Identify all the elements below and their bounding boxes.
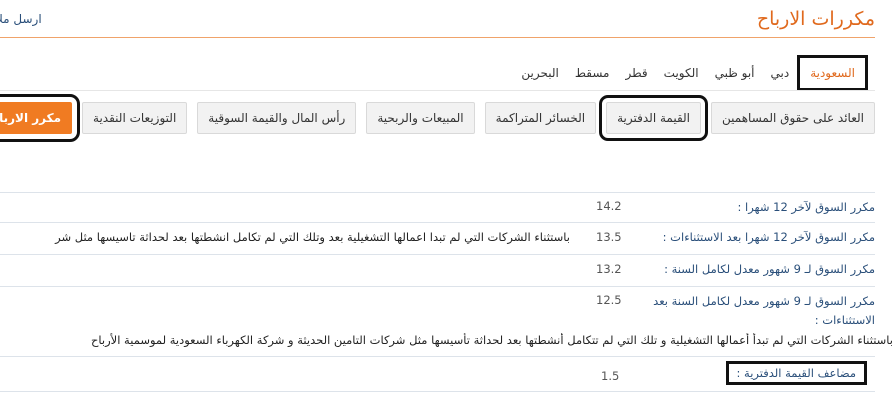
- metric-value-book-value-multiple: 1.5: [601, 369, 620, 383]
- tab-saudi[interactable]: السعودية: [797, 55, 868, 91]
- metric-label-pe-12m-excl: مكرر السوق لآخر 12 شهرا بعد الاستثناءات …: [662, 230, 875, 244]
- tab-abu-dhabi[interactable]: أبو ظبي: [707, 55, 763, 91]
- tab-kuwait[interactable]: الكويت: [656, 55, 707, 91]
- page-header: مكررات الارباح ارسل ملا: [0, 0, 893, 40]
- tab-dubai[interactable]: دبي: [763, 55, 798, 91]
- row-divider: [0, 286, 875, 287]
- tab-sales-profitability[interactable]: المبيعات والربحية: [366, 102, 475, 134]
- row-divider: [0, 391, 875, 392]
- tab-qatar[interactable]: قطر: [617, 55, 655, 91]
- metric-note-pe-9m-excl: باستثناء الشركات التي لم تبدأ أعمالها ال…: [90, 333, 893, 347]
- row-divider: [0, 222, 875, 223]
- metric-label-book-value-multiple: مضاعف القيمة الدفترية :: [725, 361, 867, 385]
- metric-label-pe-9m: مكرر السوق لـ 9 شهور معدل لكامل السنة :: [664, 262, 875, 276]
- tab-accumulated-losses[interactable]: الخسائر المتراكمة: [484, 102, 597, 134]
- send-link[interactable]: ارسل ملا: [0, 12, 42, 26]
- country-tabs: السعودية دبي أبو ظبي الكويت قطر مسقط الب…: [513, 55, 868, 91]
- tab-pe-ratio[interactable]: مكرر الارباح: [0, 94, 80, 142]
- tabs-divider: [0, 90, 875, 91]
- metric-value-pe-9m-excl: 12.5: [596, 293, 622, 307]
- metric-label-pe-12m: مكرر السوق لآخر 12 شهرا :: [737, 200, 875, 214]
- row-divider: [0, 192, 875, 193]
- metric-value-pe-12m-excl: 13.5: [596, 230, 622, 244]
- row-divider: [0, 254, 875, 255]
- header-divider: [0, 37, 875, 38]
- tab-book-value[interactable]: القيمة الدفترية: [599, 95, 709, 141]
- tab-bahrain[interactable]: البحرين: [513, 55, 566, 91]
- tab-return-on-equity[interactable]: العائد على حقوق المساهمين: [711, 102, 875, 134]
- tab-capital-market-value[interactable]: رأس المال والقيمة السوقية: [197, 102, 357, 134]
- metric-value-pe-12m: 14.2: [596, 199, 622, 213]
- metric-value-pe-9m: 13.2: [596, 262, 622, 276]
- metric-note-pe-12m-excl: باستثناء الشركات التي لم تبدا اعمالها ال…: [55, 230, 570, 244]
- row-divider: [0, 356, 875, 357]
- page-title: مكررات الارباح: [756, 8, 875, 30]
- indicator-tabs: العائد على حقوق المساهمين القيمة الدفتري…: [0, 94, 875, 142]
- metric-label-pe-9m-excl: مكرر السوق لـ 9 شهور معدل لكامل السنة بع…: [653, 294, 875, 308]
- metric-label-pe-9m-excl-cont: الاستثناءات :: [814, 313, 875, 327]
- tab-muscat[interactable]: مسقط: [567, 55, 618, 91]
- tab-cash-dividends[interactable]: التوزيعات النقدية: [82, 102, 188, 134]
